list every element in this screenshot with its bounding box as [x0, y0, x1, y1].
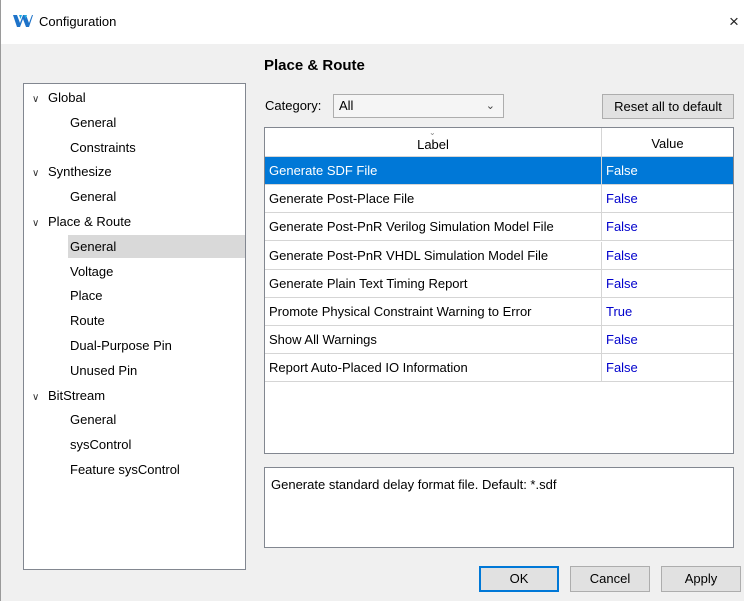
property-value-cell[interactable]: False — [602, 157, 733, 184]
grid-header: ⌄ Label Value — [265, 128, 733, 157]
tree-group-bitstream[interactable]: ∨ BitStream — [32, 384, 245, 407]
tree-item-label: Place & Route — [48, 214, 132, 229]
property-label-cell[interactable]: Generate Post-PnR VHDL Simulation Model … — [265, 241, 602, 269]
tree-item-label: BitStream — [48, 387, 106, 403]
column-header-label[interactable]: ⌄ Label — [265, 128, 602, 157]
category-select[interactable]: All ⌄ — [333, 94, 504, 118]
property-label-cell[interactable]: Generate Post-PnR Verilog Simulation Mod… — [265, 213, 602, 241]
sort-indicator-icon: ⌄ — [429, 128, 436, 137]
description-text: Generate standard delay format file. Def… — [271, 477, 557, 492]
close-icon: × — [729, 12, 739, 31]
tree-item-feature-syscontrol[interactable]: Feature sysControl — [70, 458, 245, 481]
tree-item-label: Place — [70, 288, 103, 304]
tree-item-label: General — [70, 238, 117, 254]
chevron-down-icon: ⌄ — [485, 100, 495, 112]
tree-item-label: Synthesize — [48, 164, 112, 180]
tree-group-global[interactable]: ∨ Global — [32, 86, 245, 109]
tree-item-general[interactable]: General — [70, 408, 245, 431]
property-value-cell[interactable]: False — [602, 326, 733, 353]
gowin-logo-icon — [13, 15, 33, 27]
table-row[interactable]: Generate Post-PnR VHDL Simulation Model … — [265, 241, 733, 270]
tree-item-label: sysControl — [70, 437, 132, 453]
property-label-cell[interactable]: Generate Plain Text Timing Report — [265, 269, 602, 297]
title-bar: Configuration × — [1, 0, 744, 44]
category-select-value: All — [339, 98, 354, 113]
tree-item-place[interactable]: Place — [70, 284, 245, 307]
property-value-cell[interactable]: False — [602, 185, 733, 212]
tree-item-label: General — [70, 412, 117, 428]
tree-item-syscontrol[interactable]: sysControl — [70, 433, 245, 456]
table-row[interactable]: Generate Post-Place File False — [265, 185, 733, 214]
tree-item-general[interactable]: General — [68, 234, 245, 258]
property-value-cell[interactable]: False — [602, 354, 733, 381]
tree-group-place-route[interactable]: ∨ Place & Route — [32, 210, 245, 233]
tree-item-label: Feature sysControl — [70, 462, 180, 477]
ok-button[interactable]: OK — [479, 566, 559, 592]
table-row[interactable]: Promote Physical Constraint Warning to E… — [265, 298, 733, 326]
property-value-cell[interactable]: False — [602, 213, 733, 240]
tree-item-general[interactable]: General — [70, 185, 245, 208]
column-header-value[interactable]: Value — [602, 128, 733, 157]
property-label-cell[interactable]: Report Auto-Placed IO Information — [265, 354, 602, 382]
configuration-window: Configuration × ∨ Global General Constraint… — [0, 0, 744, 601]
property-label-cell[interactable]: Generate SDF File — [265, 157, 602, 184]
property-value-cell[interactable]: False — [602, 270, 733, 297]
property-value-cell[interactable]: True — [602, 298, 733, 325]
column-header-label-text: Label — [417, 137, 449, 152]
tree-item-label: Dual-Purpose Pin — [70, 338, 172, 353]
category-tree[interactable]: ∨ Global General Constraints ∨ Synthesize Gene… — [23, 83, 246, 570]
tree-item-label: General — [70, 114, 117, 130]
category-label: Category: — [265, 98, 322, 113]
apply-button[interactable]: Apply — [661, 566, 741, 592]
page-title: Place & Route — [264, 57, 365, 74]
chevron-down-icon[interactable]: ∨ — [32, 386, 48, 409]
property-label-cell[interactable]: Generate Post-Place File — [265, 185, 602, 213]
reset-all-button[interactable]: Reset all to default — [602, 94, 734, 119]
chevron-down-icon[interactable]: ∨ — [32, 88, 48, 111]
window-title: Configuration — [39, 14, 117, 29]
cancel-button[interactable]: Cancel — [570, 566, 650, 592]
tree-item-label: General — [70, 189, 117, 205]
tree-item-label: Global — [48, 90, 86, 105]
table-row[interactable]: Show All Warnings False — [265, 326, 733, 355]
chevron-down-icon[interactable]: ∨ — [32, 162, 48, 185]
property-label-cell[interactable]: Promote Physical Constraint Warning to E… — [265, 298, 602, 325]
close-button[interactable]: × — [723, 9, 744, 35]
description-box: Generate standard delay format file. Def… — [264, 467, 734, 548]
table-row[interactable]: Generate SDF File False — [265, 157, 733, 185]
property-label-cell[interactable]: Show All Warnings — [265, 326, 602, 354]
property-value-cell[interactable]: False — [602, 242, 733, 269]
tree-item-label: Unused Pin — [70, 362, 138, 378]
chevron-down-icon[interactable]: ∨ — [32, 212, 48, 235]
tree-item-route[interactable]: Route — [70, 309, 245, 332]
tree-item-general[interactable]: General — [70, 111, 245, 134]
tree-item-dual-purpose-pin[interactable]: Dual-Purpose Pin — [70, 334, 245, 357]
tree-item-constraints[interactable]: Constraints — [70, 136, 245, 159]
table-row[interactable]: Report Auto-Placed IO Information False — [265, 354, 733, 383]
property-grid: ⌄ Label Value Generate SDF File False Gene… — [264, 127, 734, 454]
tree-group-synthesize[interactable]: ∨ Synthesize — [32, 160, 245, 183]
tree-item-unused-pin[interactable]: Unused Pin — [70, 359, 245, 382]
tree-item-label: Constraints — [70, 139, 136, 155]
tree-item-label: Voltage — [70, 263, 114, 279]
table-row[interactable]: Generate Post-PnR Verilog Simulation Mod… — [265, 213, 733, 242]
tree-item-label: Route — [70, 313, 105, 329]
tree-item-voltage[interactable]: Voltage — [70, 260, 245, 283]
table-row[interactable]: Generate Plain Text Timing Report False — [265, 269, 733, 298]
